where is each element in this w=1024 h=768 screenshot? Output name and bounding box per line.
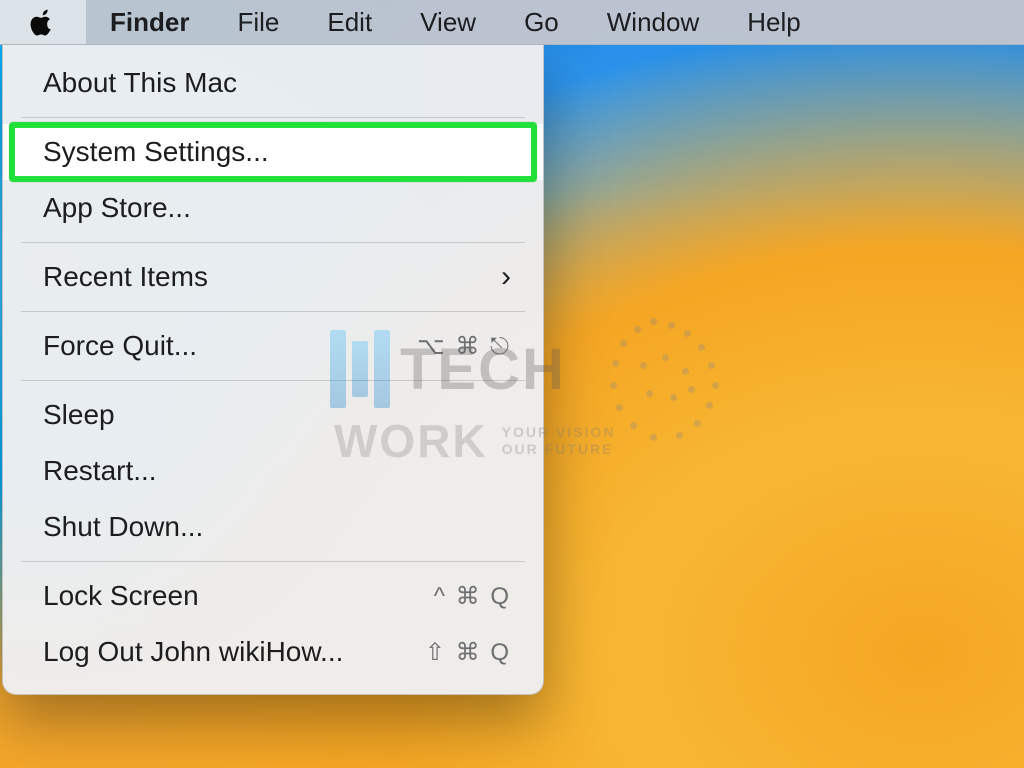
menu-go[interactable]: Go: [500, 0, 583, 44]
keyboard-shortcut: ^ ⌘ Q: [434, 582, 511, 611]
menu-item-label: Lock Screen: [43, 580, 199, 612]
menu-item-label: About This Mac: [43, 67, 237, 99]
menu-item-label: Sleep: [43, 399, 115, 431]
keyboard-shortcut: ⌥ ⌘ ⎋: [417, 332, 511, 361]
menu-help[interactable]: Help: [723, 0, 824, 44]
menu-separator: [21, 311, 525, 312]
menu-item-shut-down[interactable]: Shut Down...: [3, 499, 543, 555]
apple-logo-icon: [28, 7, 58, 37]
menu-item-force-quit[interactable]: Force Quit... ⌥ ⌘ ⎋: [3, 318, 543, 374]
menu-item-log-out[interactable]: Log Out John wikiHow... ⇧ ⌘ Q: [3, 624, 543, 680]
menu-item-label: Shut Down...: [43, 511, 203, 543]
menu-separator: [21, 561, 525, 562]
menu-item-about-this-mac[interactable]: About This Mac: [3, 55, 543, 111]
menu-item-label: Restart...: [43, 455, 157, 487]
menu-separator: [21, 242, 525, 243]
menu-item-app-store[interactable]: App Store...: [3, 180, 543, 236]
menu-item-label: Recent Items: [43, 261, 208, 293]
menu-item-lock-screen[interactable]: Lock Screen ^ ⌘ Q: [3, 568, 543, 624]
menu-window[interactable]: Window: [583, 0, 723, 44]
menu-item-system-settings[interactable]: System Settings...: [3, 124, 543, 180]
apple-menu-dropdown: About This Mac System Settings... App St…: [2, 44, 544, 695]
menu-item-restart[interactable]: Restart...: [3, 443, 543, 499]
menu-item-recent-items[interactable]: Recent Items ›: [3, 249, 543, 305]
menu-file[interactable]: File: [213, 0, 303, 44]
menu-item-label: System Settings...: [43, 136, 269, 168]
menu-separator: [21, 380, 525, 381]
app-name-menu[interactable]: Finder: [86, 0, 213, 44]
apple-menu-button[interactable]: [0, 0, 86, 44]
keyboard-shortcut: ⇧ ⌘ Q: [425, 638, 511, 667]
menu-separator: [21, 117, 525, 118]
menu-item-sleep[interactable]: Sleep: [3, 387, 543, 443]
menu-view[interactable]: View: [396, 0, 500, 44]
menu-bar: Finder File Edit View Go Window Help: [0, 0, 1024, 45]
menu-edit[interactable]: Edit: [303, 0, 396, 44]
chevron-right-icon: ›: [501, 260, 511, 294]
menu-item-label: Log Out John wikiHow...: [43, 636, 343, 668]
menu-item-label: App Store...: [43, 192, 191, 224]
menu-item-label: Force Quit...: [43, 330, 197, 362]
